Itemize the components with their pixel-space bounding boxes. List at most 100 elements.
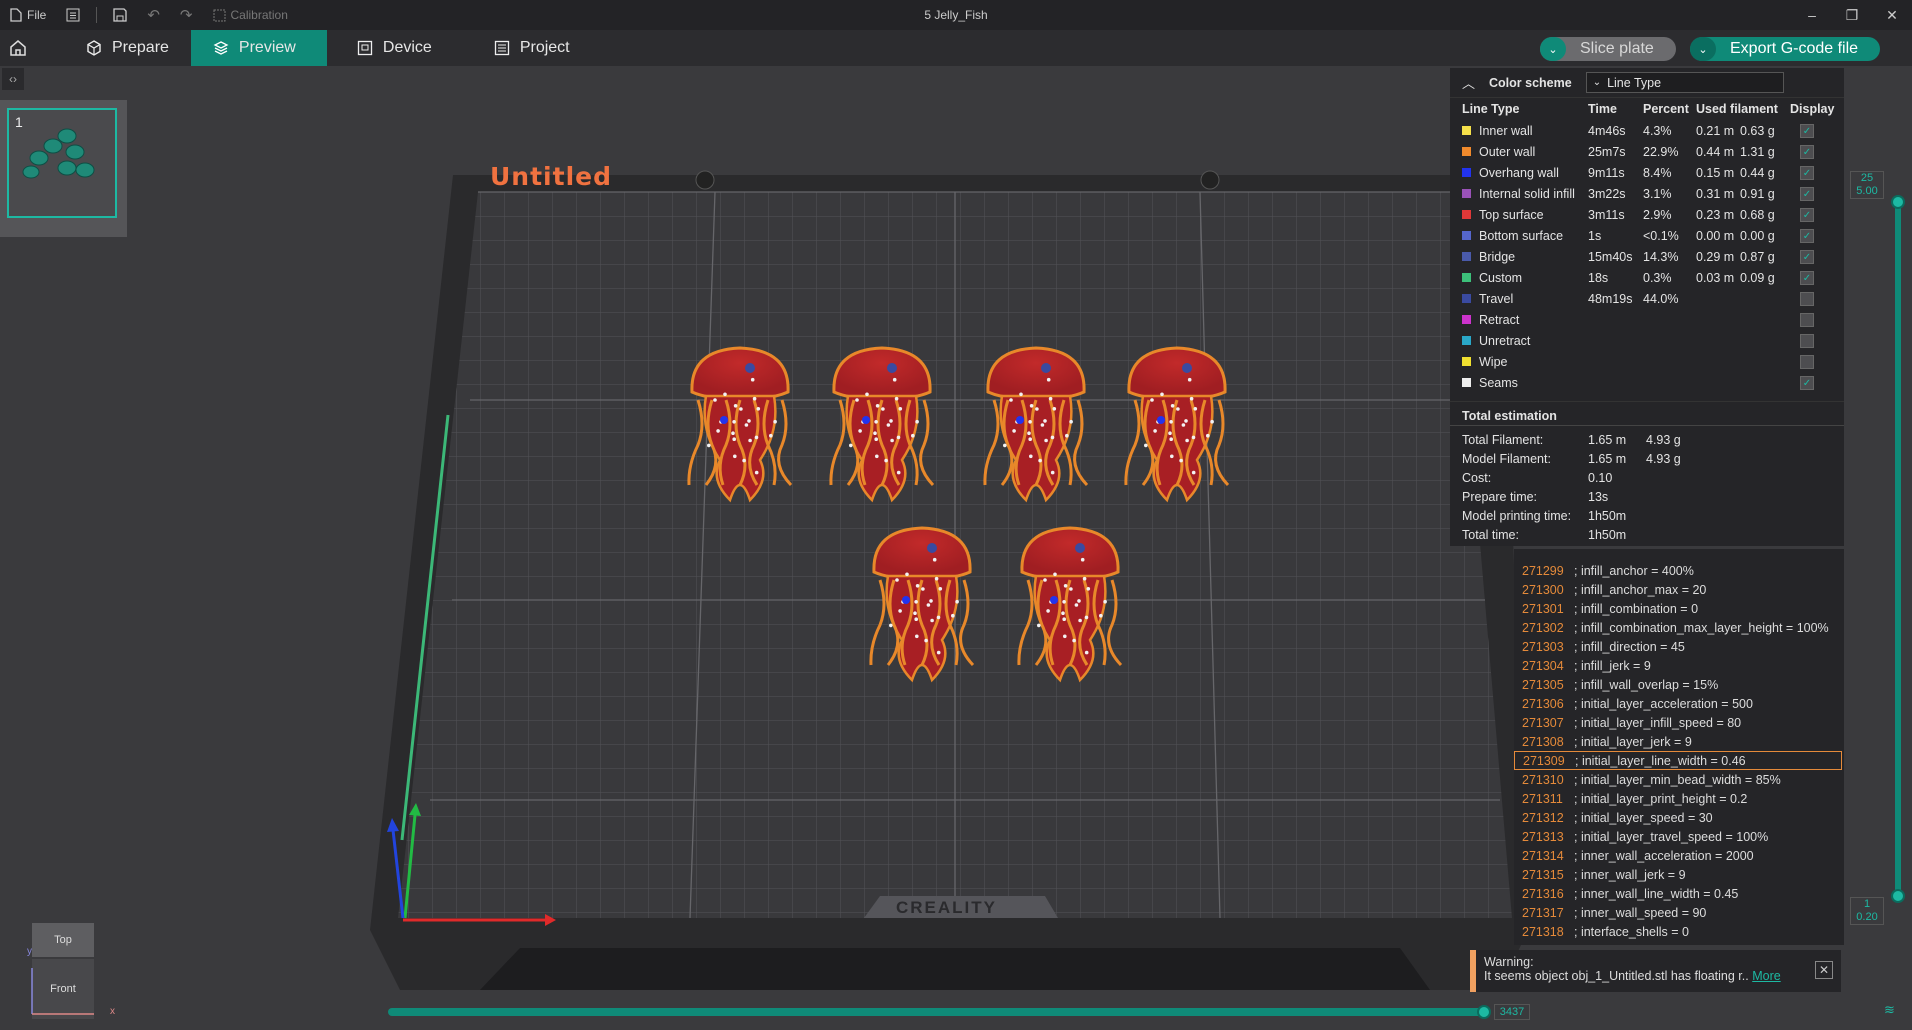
gcode-line-number: 271301 [1522, 601, 1564, 616]
minimize-button[interactable]: – [1792, 0, 1832, 30]
gcode-line-number: 271312 [1522, 810, 1564, 825]
gcode-viewer[interactable]: 271299 ; infill_anchor = 400% 271300 ; infi… [1514, 549, 1844, 945]
gcode-line[interactable]: 271305 ; infill_wall_overlap = 15% [1514, 675, 1842, 694]
plate-thumbnail[interactable]: 1 [7, 108, 117, 218]
sidebar-toggle-button[interactable]: ‹› [2, 68, 24, 90]
gcode-line[interactable]: 271310 ; initial_layer_min_bead_width = 8… [1514, 770, 1842, 789]
gcode-line[interactable]: 271308 ; initial_layer_jerk = 9 [1514, 732, 1842, 751]
display-checkbox[interactable]: ✓ [1800, 123, 1814, 138]
redo-button[interactable]: ↷ [170, 6, 203, 24]
display-checkbox[interactable]: ✓ [1800, 186, 1814, 201]
gcode-line-text: ; infill_wall_overlap = 15% [1574, 677, 1719, 692]
legend-time: 4m46s [1588, 123, 1626, 138]
gcode-line[interactable]: 271311 ; initial_layer_print_height = 0.2 [1514, 789, 1842, 808]
display-checkbox[interactable]: ✓ [1800, 375, 1814, 390]
move-slider-handle[interactable] [1477, 1005, 1491, 1019]
color-scheme-value: Line Type [1607, 75, 1662, 90]
gcode-line[interactable]: 271306 ; initial_layer_acceleration = 500 [1514, 694, 1842, 713]
total-row: Model printing time: 1h50m [1450, 506, 1844, 525]
warning-more-link[interactable]: More [1752, 969, 1780, 983]
display-checkbox[interactable]: ✓ [1800, 228, 1814, 243]
gcode-line[interactable]: 271299 ; infill_anchor = 400% [1514, 561, 1842, 580]
gcode-line[interactable]: 271302 ; infill_combination_max_layer_hei… [1514, 618, 1842, 637]
home-button[interactable] [0, 30, 36, 66]
layer-slider-bottom-handle[interactable] [1891, 889, 1905, 903]
gcode-line[interactable]: 271313 ; initial_layer_travel_speed = 100… [1514, 827, 1842, 846]
col-time: Time [1588, 102, 1617, 116]
legend-percent: 2.9% [1643, 207, 1672, 222]
display-checkbox[interactable]: ✓ [1800, 249, 1814, 264]
gcode-line[interactable]: 271318 ; interface_shells = 0 [1514, 922, 1842, 941]
export-gcode-button[interactable]: ⌄ Export G-code file [1690, 37, 1880, 61]
display-checkbox[interactable]: ✓ [1800, 144, 1814, 159]
gcode-line-text: ; infill_anchor = 400% [1574, 563, 1694, 578]
slice-plate-button[interactable]: ⌄ Slice plate [1540, 37, 1676, 61]
gcode-line[interactable]: 271312 ; initial_layer_speed = 30 [1514, 808, 1842, 827]
gcode-line[interactable]: 271300 ; infill_anchor_max = 20 [1514, 580, 1842, 599]
file-menu[interactable]: File [0, 8, 56, 22]
restore-button[interactable]: ❐ [1832, 0, 1872, 30]
collapse-legend-icon[interactable]: ︿ [1462, 73, 1475, 92]
layers-toggle-icon[interactable]: ≋ [1884, 1002, 1895, 1018]
display-checkbox[interactable]: ✓ [1800, 165, 1814, 180]
close-warning-button[interactable]: ✕ [1815, 961, 1833, 979]
layer-slider-top-handle[interactable] [1891, 195, 1905, 209]
total-value-1: 1.65 m [1588, 432, 1627, 447]
legend-length: 0.00 m [1696, 228, 1735, 243]
gcode-line[interactable]: 271315 ; inner_wall_jerk = 9 [1514, 865, 1842, 884]
legend-line-type: Retract [1462, 313, 1588, 327]
tab-device[interactable]: Device [335, 30, 454, 66]
tab-prepare[interactable]: Prepare [64, 30, 191, 66]
export-gcode-label: Export G-code file [1730, 40, 1859, 57]
legend-swatch [1462, 252, 1471, 261]
col-display: Display [1790, 102, 1835, 116]
legend-line-name: Retract [1479, 312, 1520, 327]
legend-swatch [1462, 210, 1471, 219]
list-menu-button[interactable] [56, 8, 90, 22]
display-checkbox[interactable] [1800, 354, 1814, 369]
gcode-line[interactable]: 271304 ; infill_jerk = 9 [1514, 656, 1842, 675]
bottom-layer-number: 1 [1863, 898, 1871, 910]
move-slider-track[interactable] [388, 1008, 1484, 1016]
color-scheme-select[interactable]: ⌄ Line Type [1585, 72, 1784, 93]
legend-length: 0.31 m [1696, 186, 1735, 201]
total-label: Model printing time: [1462, 508, 1572, 523]
layer-slider-track[interactable] [1895, 195, 1901, 897]
thumbnail-models-icon [22, 128, 95, 179]
legend-line-name: Wipe [1479, 354, 1508, 369]
tab-preview[interactable]: Preview [190, 30, 327, 66]
undo-button[interactable]: ↶ [137, 6, 170, 24]
gcode-line[interactable]: 271314 ; inner_wall_acceleration = 2000 [1514, 846, 1842, 865]
gcode-line[interactable]: 271301 ; infill_combination = 0 [1514, 599, 1842, 618]
legend-line-name: Unretract [1479, 333, 1531, 348]
display-checkbox[interactable]: ✓ [1800, 270, 1814, 285]
bed-screw-left [695, 170, 715, 190]
color-scheme-legend: ︿ Color scheme ⌄ Line Type Line Type Tim… [1450, 68, 1844, 546]
gcode-line-text: ; infill_direction = 45 [1574, 639, 1685, 654]
gcode-line-number: 271304 [1522, 658, 1564, 673]
save-button[interactable] [103, 8, 137, 22]
tab-project[interactable]: Project [472, 30, 592, 66]
export-dropdown-icon[interactable]: ⌄ [1690, 37, 1716, 61]
gcode-line-text: ; inner_wall_line_width = 0.45 [1574, 886, 1739, 901]
gcode-line[interactable]: 271316 ; inner_wall_line_width = 0.45 [1514, 884, 1842, 903]
display-checkbox[interactable] [1800, 291, 1814, 306]
close-window-button[interactable]: ✕ [1872, 0, 1912, 30]
calibration-button[interactable]: Calibration [203, 8, 298, 22]
legend-line-type: Wipe [1462, 355, 1588, 369]
display-checkbox[interactable] [1800, 333, 1814, 348]
gcode-line-number: 271316 [1522, 886, 1564, 901]
gcode-line[interactable]: 271307 ; initial_layer_infill_speed = 80 [1514, 713, 1842, 732]
window-controls: – ❐ ✕ [1792, 0, 1912, 30]
total-value-1: 1h50m [1588, 508, 1627, 523]
slice-dropdown-icon[interactable]: ⌄ [1540, 37, 1566, 61]
legend-column-headers: Line Type Time Percent Used filament Dis… [1450, 98, 1844, 120]
display-checkbox[interactable] [1800, 312, 1814, 327]
legend-swatch [1462, 357, 1471, 366]
gcode-line[interactable]: 271309 ; initial_layer_line_width = 0.46 [1514, 751, 1842, 770]
total-row: Model Filament: 1.65 m 4.93 g [1450, 449, 1844, 468]
gcode-line[interactable]: 271317 ; inner_wall_speed = 90 [1514, 903, 1842, 922]
gcode-line-number: 271307 [1522, 715, 1564, 730]
gcode-line[interactable]: 271303 ; infill_direction = 45 [1514, 637, 1842, 656]
display-checkbox[interactable]: ✓ [1800, 207, 1814, 222]
